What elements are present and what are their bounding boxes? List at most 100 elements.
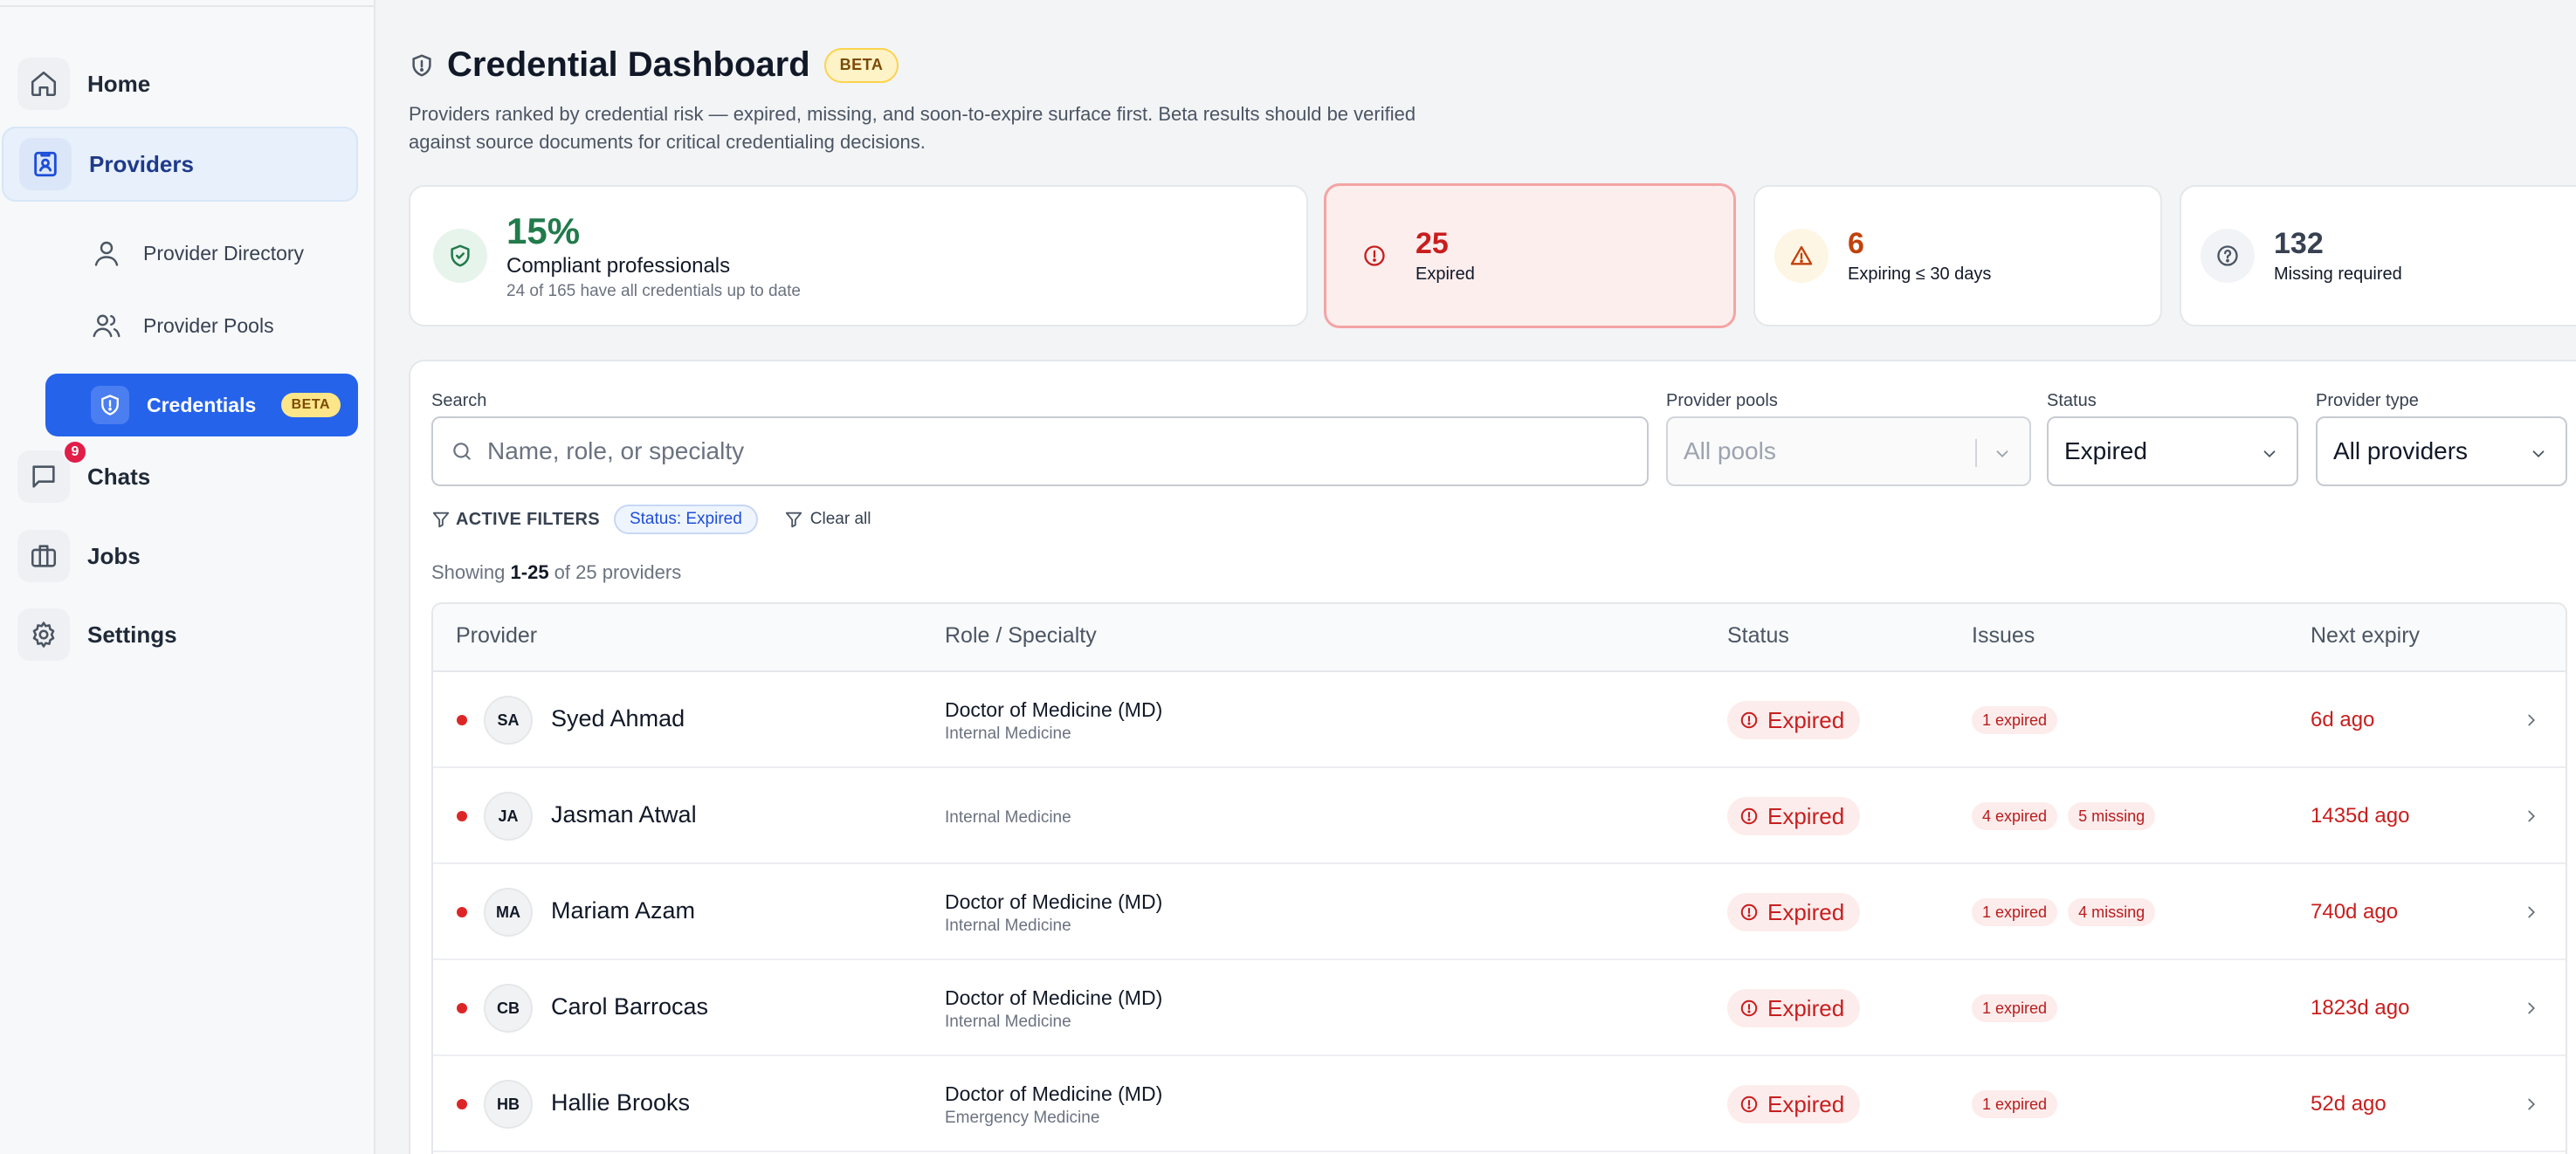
expired-indicator-dot [457, 811, 467, 821]
table-row[interactable]: HB Hallie Brooks Doctor of Medicine (MD)… [433, 1056, 2566, 1152]
provider-role: Doctor of Medicine (MD) [945, 890, 1163, 913]
status-badge: Expired [1727, 893, 1861, 931]
stat-value: 6 [1848, 227, 1864, 260]
nav-label-providers: Providers [89, 150, 194, 177]
status-text: Expired [1767, 1090, 1845, 1117]
active-filter-chip-status[interactable]: Status: Expired [613, 505, 758, 534]
stat-value: 25 [1415, 227, 1449, 260]
provider-specialty: Emergency Medicine [945, 1109, 1100, 1127]
alert-circle-icon [1740, 711, 1758, 729]
chevron-right-icon[interactable] [2522, 999, 2541, 1018]
clear-all-label: Clear all [809, 510, 871, 528]
alert-circle-icon [1740, 1096, 1758, 1113]
alert-circle-icon [1353, 234, 1396, 278]
expired-indicator-dot [457, 907, 467, 917]
sidebar-item-label: Provider Directory [143, 241, 305, 264]
nav-item-home[interactable]: Home [17, 58, 150, 110]
status-selected-value: Expired [2064, 437, 2147, 464]
table-row[interactable]: JA Jasman Atwal Internal Medicine Expire… [433, 768, 2566, 864]
clear-all-filters-button[interactable]: Clear all [784, 510, 871, 529]
provider-role: Doctor of Medicine (MD) [945, 986, 1163, 1009]
nav-item-chats[interactable]: 9 Chats [17, 440, 151, 503]
expired-indicator-dot [457, 1003, 467, 1013]
issues-list: 4 expired 5 missing [1972, 802, 2166, 830]
stat-card-compliant[interactable]: 15% Compliant professionals 24 of 165 ha… [409, 185, 1308, 326]
stat-label: Expired [1415, 264, 1475, 284]
results-range: 1-25 [510, 561, 549, 583]
gear-icon [17, 608, 70, 661]
avatar: CB [484, 984, 533, 1033]
active-filters-row: ACTIVE FILTERS Status: Expired Clear all [431, 505, 871, 534]
stat-card-missing[interactable]: 132 Missing required [2180, 185, 2576, 326]
table-row[interactable]: SA Syed Ahmad Doctor of Medicine (MD) In… [433, 672, 2566, 768]
table-row[interactable]: MA Mariam Azam Doctor of Medicine (MD) I… [433, 864, 2566, 960]
nav-item-settings[interactable]: Settings [17, 608, 177, 661]
issue-badge-expired: 1 expired [1972, 706, 2058, 734]
avatar: MA [484, 888, 533, 937]
column-header-provider[interactable]: Provider [456, 623, 537, 649]
status-text: Expired [1767, 802, 1845, 829]
next-expiry: 52d ago [2311, 1092, 2387, 1116]
provider-pools-label: Provider pools [1666, 391, 1778, 410]
column-header-status[interactable]: Status [1727, 623, 1789, 649]
sidebar-item-credentials[interactable]: Credentials BETA [45, 374, 358, 436]
home-icon [17, 58, 70, 110]
page-title: Credential Dashboard [447, 45, 810, 84]
next-expiry: 1823d ago [2311, 996, 2410, 1020]
status-text: Expired [1767, 706, 1845, 733]
chevron-right-icon[interactable] [2522, 903, 2541, 922]
issues-list: 1 expired [1972, 706, 2068, 734]
next-expiry: 6d ago [2311, 708, 2375, 732]
nav-item-jobs[interactable]: Jobs [17, 530, 141, 582]
next-expiry: 1435d ago [2311, 804, 2410, 828]
nav-item-providers[interactable]: Providers [2, 127, 358, 202]
shield-check-icon [433, 229, 487, 283]
chevron-down-icon [2529, 444, 2548, 464]
column-header-role[interactable]: Role / Specialty [945, 623, 1097, 649]
table-row[interactable]: CB Carol Barrocas Doctor of Medicine (MD… [433, 960, 2566, 1056]
alert-circle-icon [1740, 903, 1758, 921]
issue-badge-missing: 5 missing [2068, 802, 2156, 830]
status-badge: Expired [1727, 989, 1861, 1027]
column-header-next-expiry[interactable]: Next expiry [2311, 623, 2420, 649]
status-badge: Expired [1727, 1085, 1861, 1123]
provider-type-select[interactable]: All providers [2316, 416, 2567, 486]
column-header-issues[interactable]: Issues [1972, 623, 2035, 649]
status-select[interactable]: Expired [2047, 416, 2298, 486]
stat-title: Compliant professionals [506, 254, 731, 278]
provider-name: Carol Barrocas [551, 993, 709, 1020]
stat-label: Missing required [2274, 264, 2402, 284]
nav-label-chats: Chats [87, 463, 151, 490]
expired-indicator-dot [457, 715, 467, 725]
chevron-right-icon[interactable] [2522, 711, 2541, 730]
results-suffix: of 25 providers [548, 561, 682, 583]
sidebar: Home Providers Provider Directory Provid… [0, 0, 375, 1154]
search-icon [451, 440, 473, 463]
sidebar-top-divider [0, 0, 375, 7]
alert-circle-icon [1740, 807, 1758, 825]
issue-badge-expired: 1 expired [1972, 898, 2058, 926]
pools-placeholder: All pools [1684, 437, 1776, 464]
sidebar-item-provider-directory[interactable]: Provider Directory [91, 237, 304, 269]
active-filters-label: ACTIVE FILTERS [456, 509, 600, 529]
issues-list: 1 expired [1972, 1090, 2068, 1118]
nav-label-home: Home [87, 70, 151, 97]
select-divider [1975, 439, 1977, 467]
search-input[interactable]: Name, role, or specialty [431, 416, 1649, 486]
sidebar-item-label: Provider Pools [143, 313, 274, 337]
stat-card-expiring[interactable]: 6 Expiring ≤ 30 days [1753, 185, 2162, 326]
results-prefix: Showing [431, 561, 511, 583]
stat-card-expired[interactable]: 25 Expired [1324, 183, 1736, 328]
page-header: Credential Dashboard BETA Providers rank… [409, 45, 1439, 156]
chevron-right-icon[interactable] [2522, 807, 2541, 826]
providers-table: Provider Role / Specialty Status Issues … [431, 602, 2567, 1154]
provider-specialty: Internal Medicine [945, 1013, 1071, 1031]
id-badge-icon [19, 138, 72, 190]
search-placeholder: Name, role, or specialty [487, 437, 745, 464]
stat-value: 132 [2274, 227, 2324, 260]
chevron-right-icon[interactable] [2522, 1095, 2541, 1114]
provider-pools-select[interactable]: All pools [1666, 416, 2031, 486]
filter-clear-icon [784, 510, 803, 529]
issue-badge-expired: 4 expired [1972, 802, 2058, 830]
sidebar-item-provider-pools[interactable]: Provider Pools [91, 310, 274, 341]
